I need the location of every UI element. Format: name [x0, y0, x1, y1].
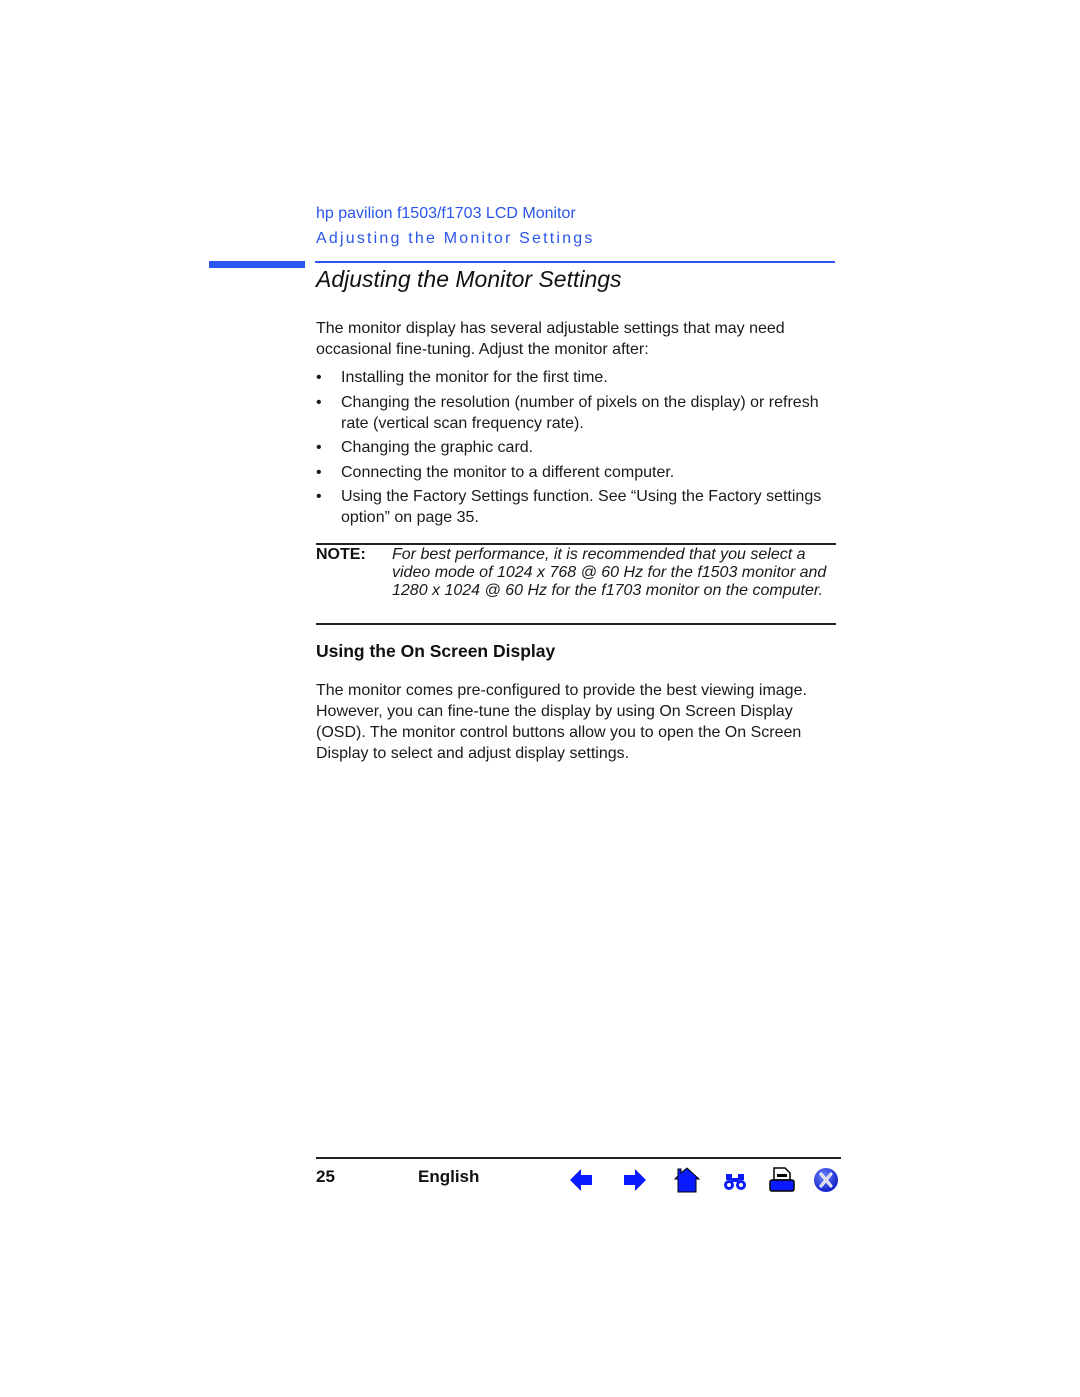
next-page-button[interactable] [620, 1166, 648, 1194]
chapter-running-header: Adjusting the Monitor Settings [316, 230, 595, 247]
home-button[interactable] [673, 1166, 701, 1194]
next-page-icon [624, 1169, 646, 1191]
bullet-icon: • [316, 463, 322, 481]
note-text: For best performance, it is recommended … [392, 546, 827, 599]
search-button[interactable] [721, 1166, 749, 1194]
section-heading: Using the On Screen Display [316, 641, 556, 661]
print-button[interactable] [768, 1166, 796, 1194]
list-item: • Changing the resolution (number of pixe… [316, 392, 841, 434]
list-item: • Connecting the monitor to a different c… [316, 462, 841, 483]
language-label: English [418, 1167, 480, 1186]
list-item: • Using the Factory Settings function. Se… [316, 486, 841, 528]
note-bottom-rule [316, 623, 836, 625]
list-item-text: Installing the monitor for the first tim… [341, 369, 608, 386]
bullet-icon: • [316, 369, 322, 386]
document-product-header: hp pavilion f1503/f1703 LCD Monitor [316, 205, 576, 222]
bullet-list: • Installing the monitor for the first ti… [316, 367, 841, 532]
exit-icon [814, 1168, 838, 1192]
note-top-rule [316, 543, 836, 545]
list-item-text: Connecting the monitor to a different co… [341, 463, 675, 481]
previous-page-icon [570, 1169, 592, 1191]
previous-page-button[interactable] [568, 1166, 596, 1194]
print-icon [769, 1167, 795, 1192]
note-label: NOTE: [316, 546, 366, 563]
page-title: Adjusting the Monitor Settings [316, 266, 622, 292]
bullet-icon: • [316, 393, 322, 411]
home-icon [673, 1167, 701, 1193]
bullet-icon: • [316, 439, 322, 456]
search-binoculars-icon [724, 1174, 746, 1190]
exit-button[interactable] [812, 1166, 840, 1194]
header-rule [315, 261, 835, 263]
footer-rule [316, 1157, 841, 1159]
list-item: • Installing the monitor for the first ti… [316, 367, 841, 388]
list-item-text: Changing the resolution (number of pixel… [341, 393, 819, 432]
bullet-icon: • [316, 488, 322, 505]
list-item-text: Using the Factory Settings function. See… [341, 488, 822, 526]
intro-paragraph: The monitor display has several adjustab… [316, 320, 785, 358]
list-item-text: Changing the graphic card. [341, 439, 534, 456]
page-number: 25 [316, 1167, 335, 1186]
osd-paragraph: The monitor comes pre-configured to prov… [316, 682, 807, 762]
list-item: • Changing the graphic card. [316, 437, 841, 458]
accent-bar [209, 261, 305, 268]
